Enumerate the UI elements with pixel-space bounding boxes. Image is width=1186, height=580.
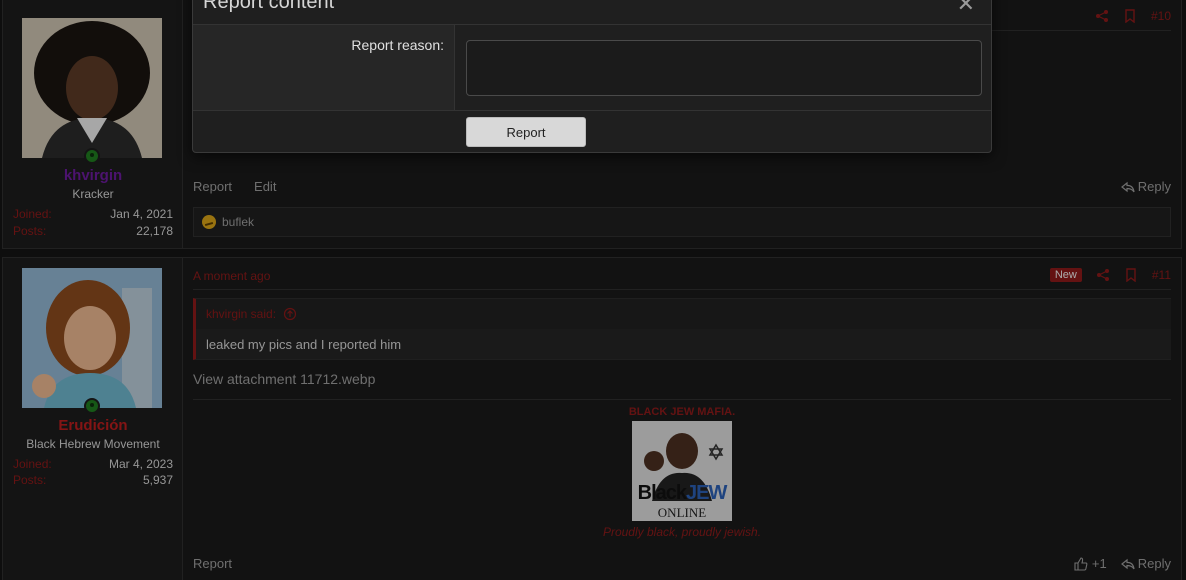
- report-modal: Report content ✕ Report reason: Report: [192, 0, 992, 153]
- report-reason-label: Report reason:: [351, 37, 444, 53]
- reason-label-cell: Report reason:: [193, 25, 455, 110]
- modal-title: Report content: [203, 0, 335, 13]
- report-reason-row: Report reason:: [193, 24, 991, 111]
- report-reason-input[interactable]: [466, 40, 982, 96]
- close-icon[interactable]: ✕: [957, 0, 975, 17]
- report-submit-button[interactable]: Report: [466, 117, 586, 147]
